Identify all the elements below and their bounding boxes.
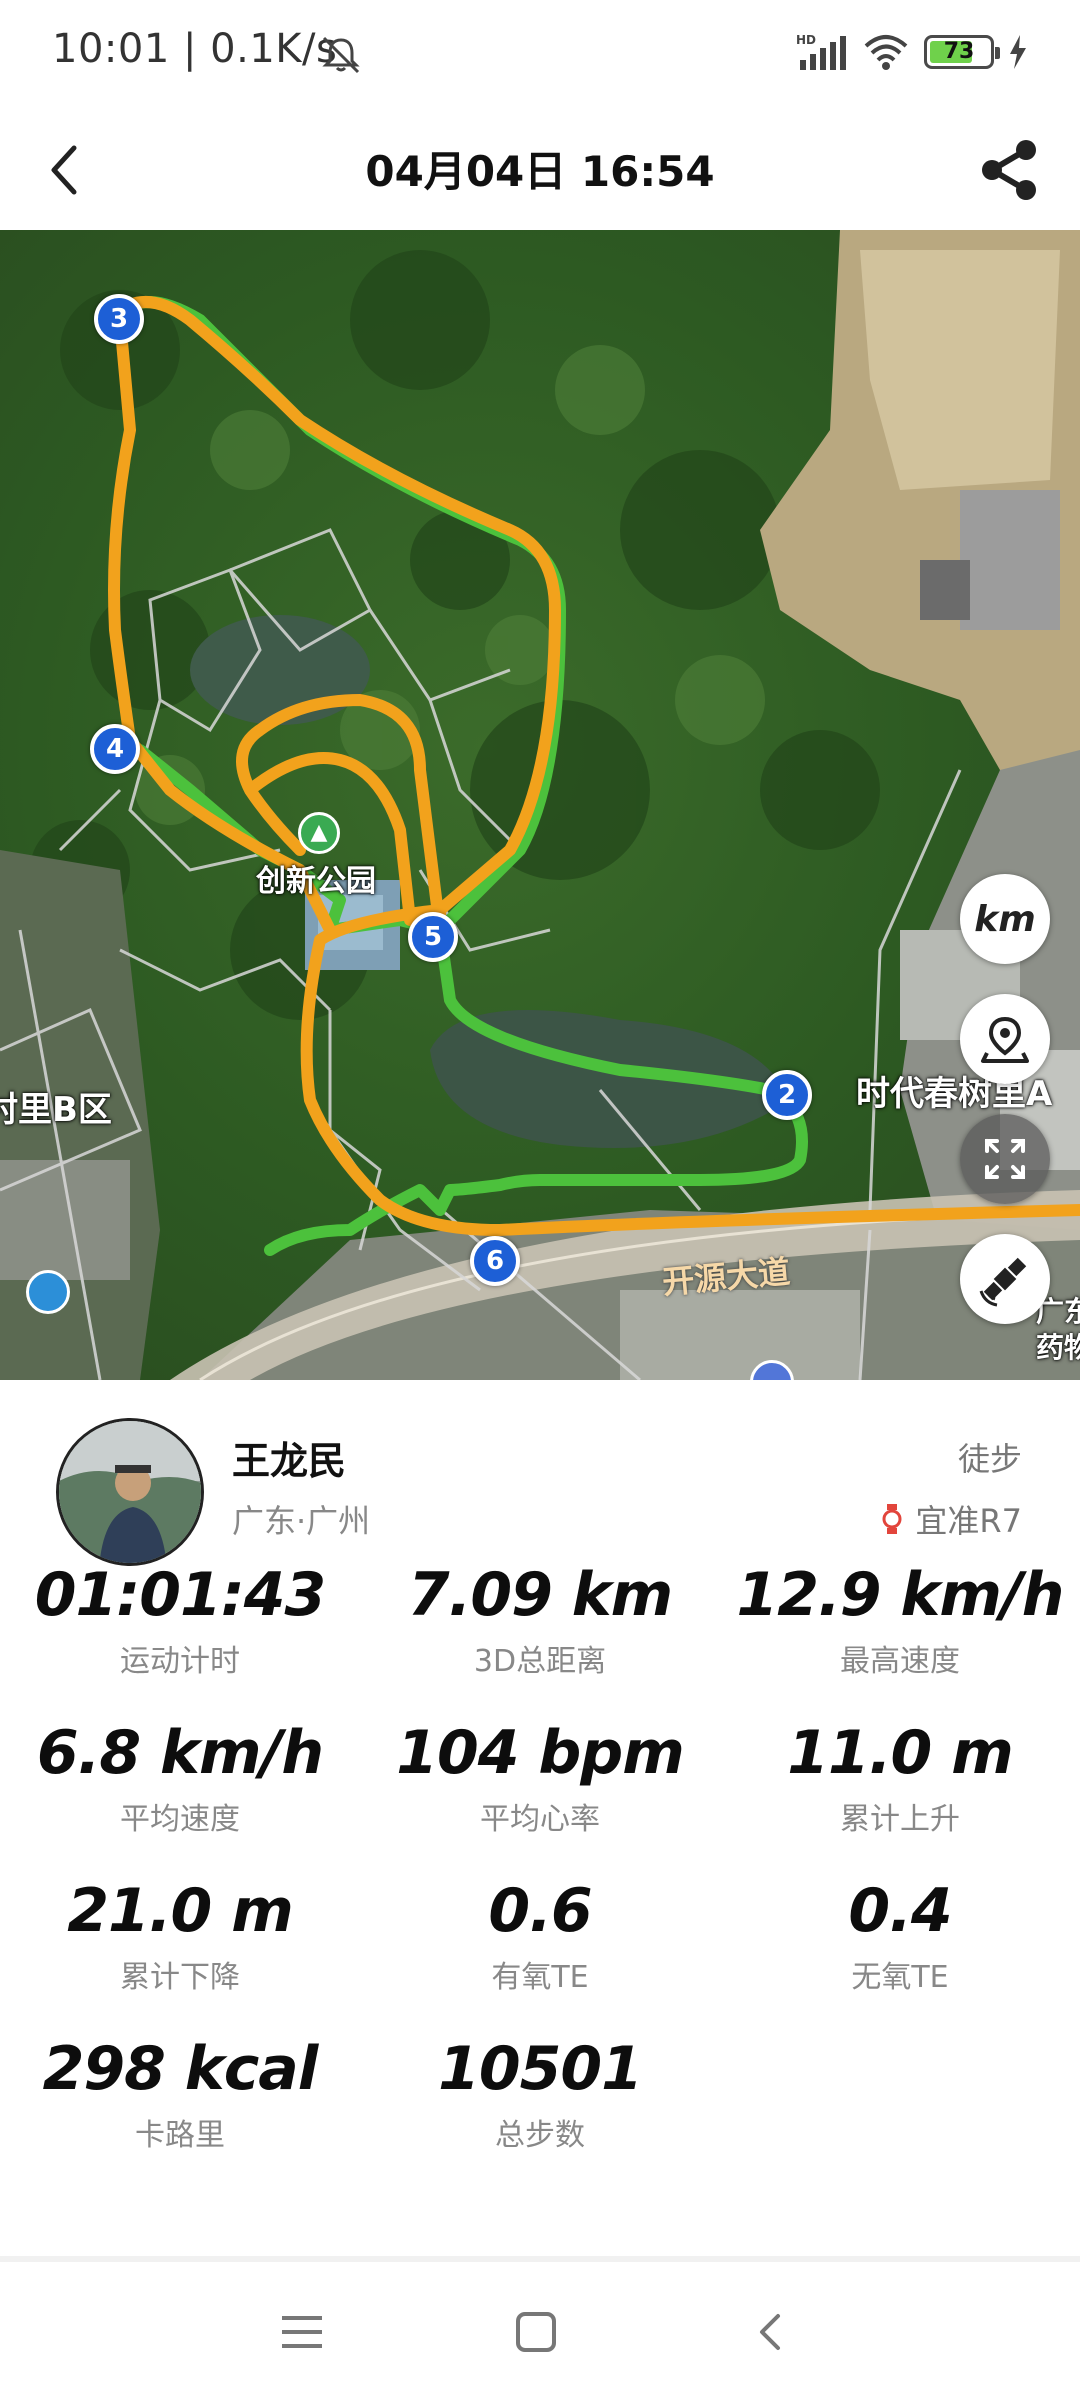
route-marker-3[interactable]: 3 <box>94 294 144 344</box>
stat-value: 01:01:43 <box>34 1560 326 1630</box>
route-marker-5[interactable]: 5 <box>408 912 458 962</box>
device-name: 宜准R7 <box>915 1502 1022 1540</box>
top-app-bar: 04月04日 16:54 <box>0 110 1080 230</box>
stat-label: 累计上升 <box>840 1802 960 1837</box>
stat-label: 累计下降 <box>120 1960 240 1995</box>
home-square-icon <box>516 2312 556 2352</box>
stat-value: 104 bpm <box>396 1718 685 1788</box>
nav-back-button[interactable] <box>730 2292 810 2372</box>
status-icons: HD 73 <box>796 30 1028 74</box>
stat-avg-heart-rate: 104 bpm 平均心率 <box>360 1718 720 1838</box>
edge-label-2: 药物 <box>1036 1331 1080 1364</box>
stat-value: 21.0 m <box>67 1876 293 1946</box>
unit-toggle-label: km <box>974 898 1036 940</box>
battery-icon: 73 <box>924 35 1000 69</box>
user-name: 王龙民 <box>232 1439 347 1483</box>
stat-calories: 298 kcal 卡路里 <box>0 2034 360 2154</box>
back-chevron-icon <box>760 2314 780 2350</box>
park-label: 创新公园 <box>256 864 376 899</box>
stat-label: 总步数 <box>495 2118 585 2153</box>
location-pin-icon <box>981 1016 1029 1063</box>
svg-text:HD: HD <box>796 33 816 47</box>
expand-icon <box>985 1139 1025 1179</box>
home-button[interactable] <box>496 2292 576 2372</box>
stat-descent: 21.0 m 累计下降 <box>0 1876 360 1996</box>
stat-steps: 10501 总步数 <box>360 2034 720 2154</box>
wifi-icon <box>864 35 908 70</box>
stat-value: 12.9 km/h <box>736 1560 1065 1630</box>
stat-value: 298 kcal <box>42 2034 319 2104</box>
stat-value: 7.09 km <box>407 1560 673 1630</box>
area-left-label: 村里B区 <box>0 1090 112 1130</box>
stat-value: 0.4 <box>848 1876 952 1946</box>
sport-type: 徒步 <box>957 1440 1022 1478</box>
recents-button[interactable] <box>262 2292 342 2372</box>
stat-label: 平均心率 <box>480 1802 600 1837</box>
share-icon <box>982 140 1036 200</box>
park-tree-icon: ▲ <box>298 812 340 854</box>
menu-icon <box>282 2316 322 2348</box>
locate-button[interactable] <box>960 994 1050 1084</box>
status-time: 10:01 | 0.1K/s <box>52 26 338 72</box>
stat-ascent: 11.0 m 累计上升 <box>720 1718 1080 1838</box>
stat-value: 6.8 km/h <box>36 1718 324 1788</box>
stat-label: 平均速度 <box>120 1802 240 1837</box>
stat-value: 0.6 <box>488 1876 592 1946</box>
unit-toggle-button[interactable]: km <box>960 874 1050 964</box>
stat-label: 有氧TE <box>491 1960 589 1995</box>
watch-icon <box>882 1504 902 1534</box>
charging-icon <box>1010 35 1026 69</box>
stat-max-speed: 12.9 km/h 最高速度 <box>720 1560 1080 1680</box>
share-button[interactable] <box>970 130 1050 210</box>
stat-aerobic-te: 0.6 有氧TE <box>360 1876 720 1996</box>
bell-muted-icon <box>322 36 360 74</box>
stat-avg-speed: 6.8 km/h 平均速度 <box>0 1718 360 1838</box>
avatar[interactable] <box>56 1418 204 1566</box>
user-location: 广东·广州 <box>232 1502 371 1540</box>
status-bar: 10:01 | 0.1K/s HD 73 <box>0 0 1080 110</box>
device-info: 宜准R7 <box>881 1496 1022 1542</box>
stat-value: 11.0 m <box>787 1718 1013 1788</box>
stat-value: 10501 <box>438 2034 643 2104</box>
stat-label: 最高速度 <box>840 1644 960 1679</box>
stat-distance: 7.09 km 3D总距离 <box>360 1560 720 1680</box>
satellite-toggle-button[interactable] <box>960 1234 1050 1324</box>
fullscreen-button[interactable] <box>960 1114 1050 1204</box>
satellite-icon <box>979 1257 1027 1307</box>
route-map[interactable]: 创新公园 ▲ 村里B区 时代春树里A 开源大道 广东 药物 3 4 5 2 6 … <box>0 230 1080 1380</box>
route-marker-4[interactable]: 4 <box>90 724 140 774</box>
stat-label: 卡路里 <box>135 2118 225 2153</box>
satellite-map-image <box>0 230 1080 1380</box>
route-marker-6[interactable]: 6 <box>470 1236 520 1286</box>
stat-label: 无氧TE <box>851 1960 949 1995</box>
route-marker-2[interactable]: 2 <box>762 1070 812 1120</box>
signal-icon: HD <box>796 33 846 70</box>
stat-anaerobic-te: 0.4 无氧TE <box>720 1876 1080 1996</box>
user-profile: 王龙民 广东·广州 徒步 宜准R7 <box>0 1380 1080 1570</box>
stat-label: 运动计时 <box>120 1644 240 1679</box>
stat-label: 3D总距离 <box>473 1644 607 1679</box>
battery-level: 73 <box>943 39 975 64</box>
poi-marker-icon[interactable] <box>26 1270 70 1314</box>
system-nav-bar <box>0 2262 1080 2400</box>
stat-duration: 01:01:43 运动计时 <box>0 1560 360 1680</box>
page-title: 04月04日 16:54 <box>365 147 715 196</box>
